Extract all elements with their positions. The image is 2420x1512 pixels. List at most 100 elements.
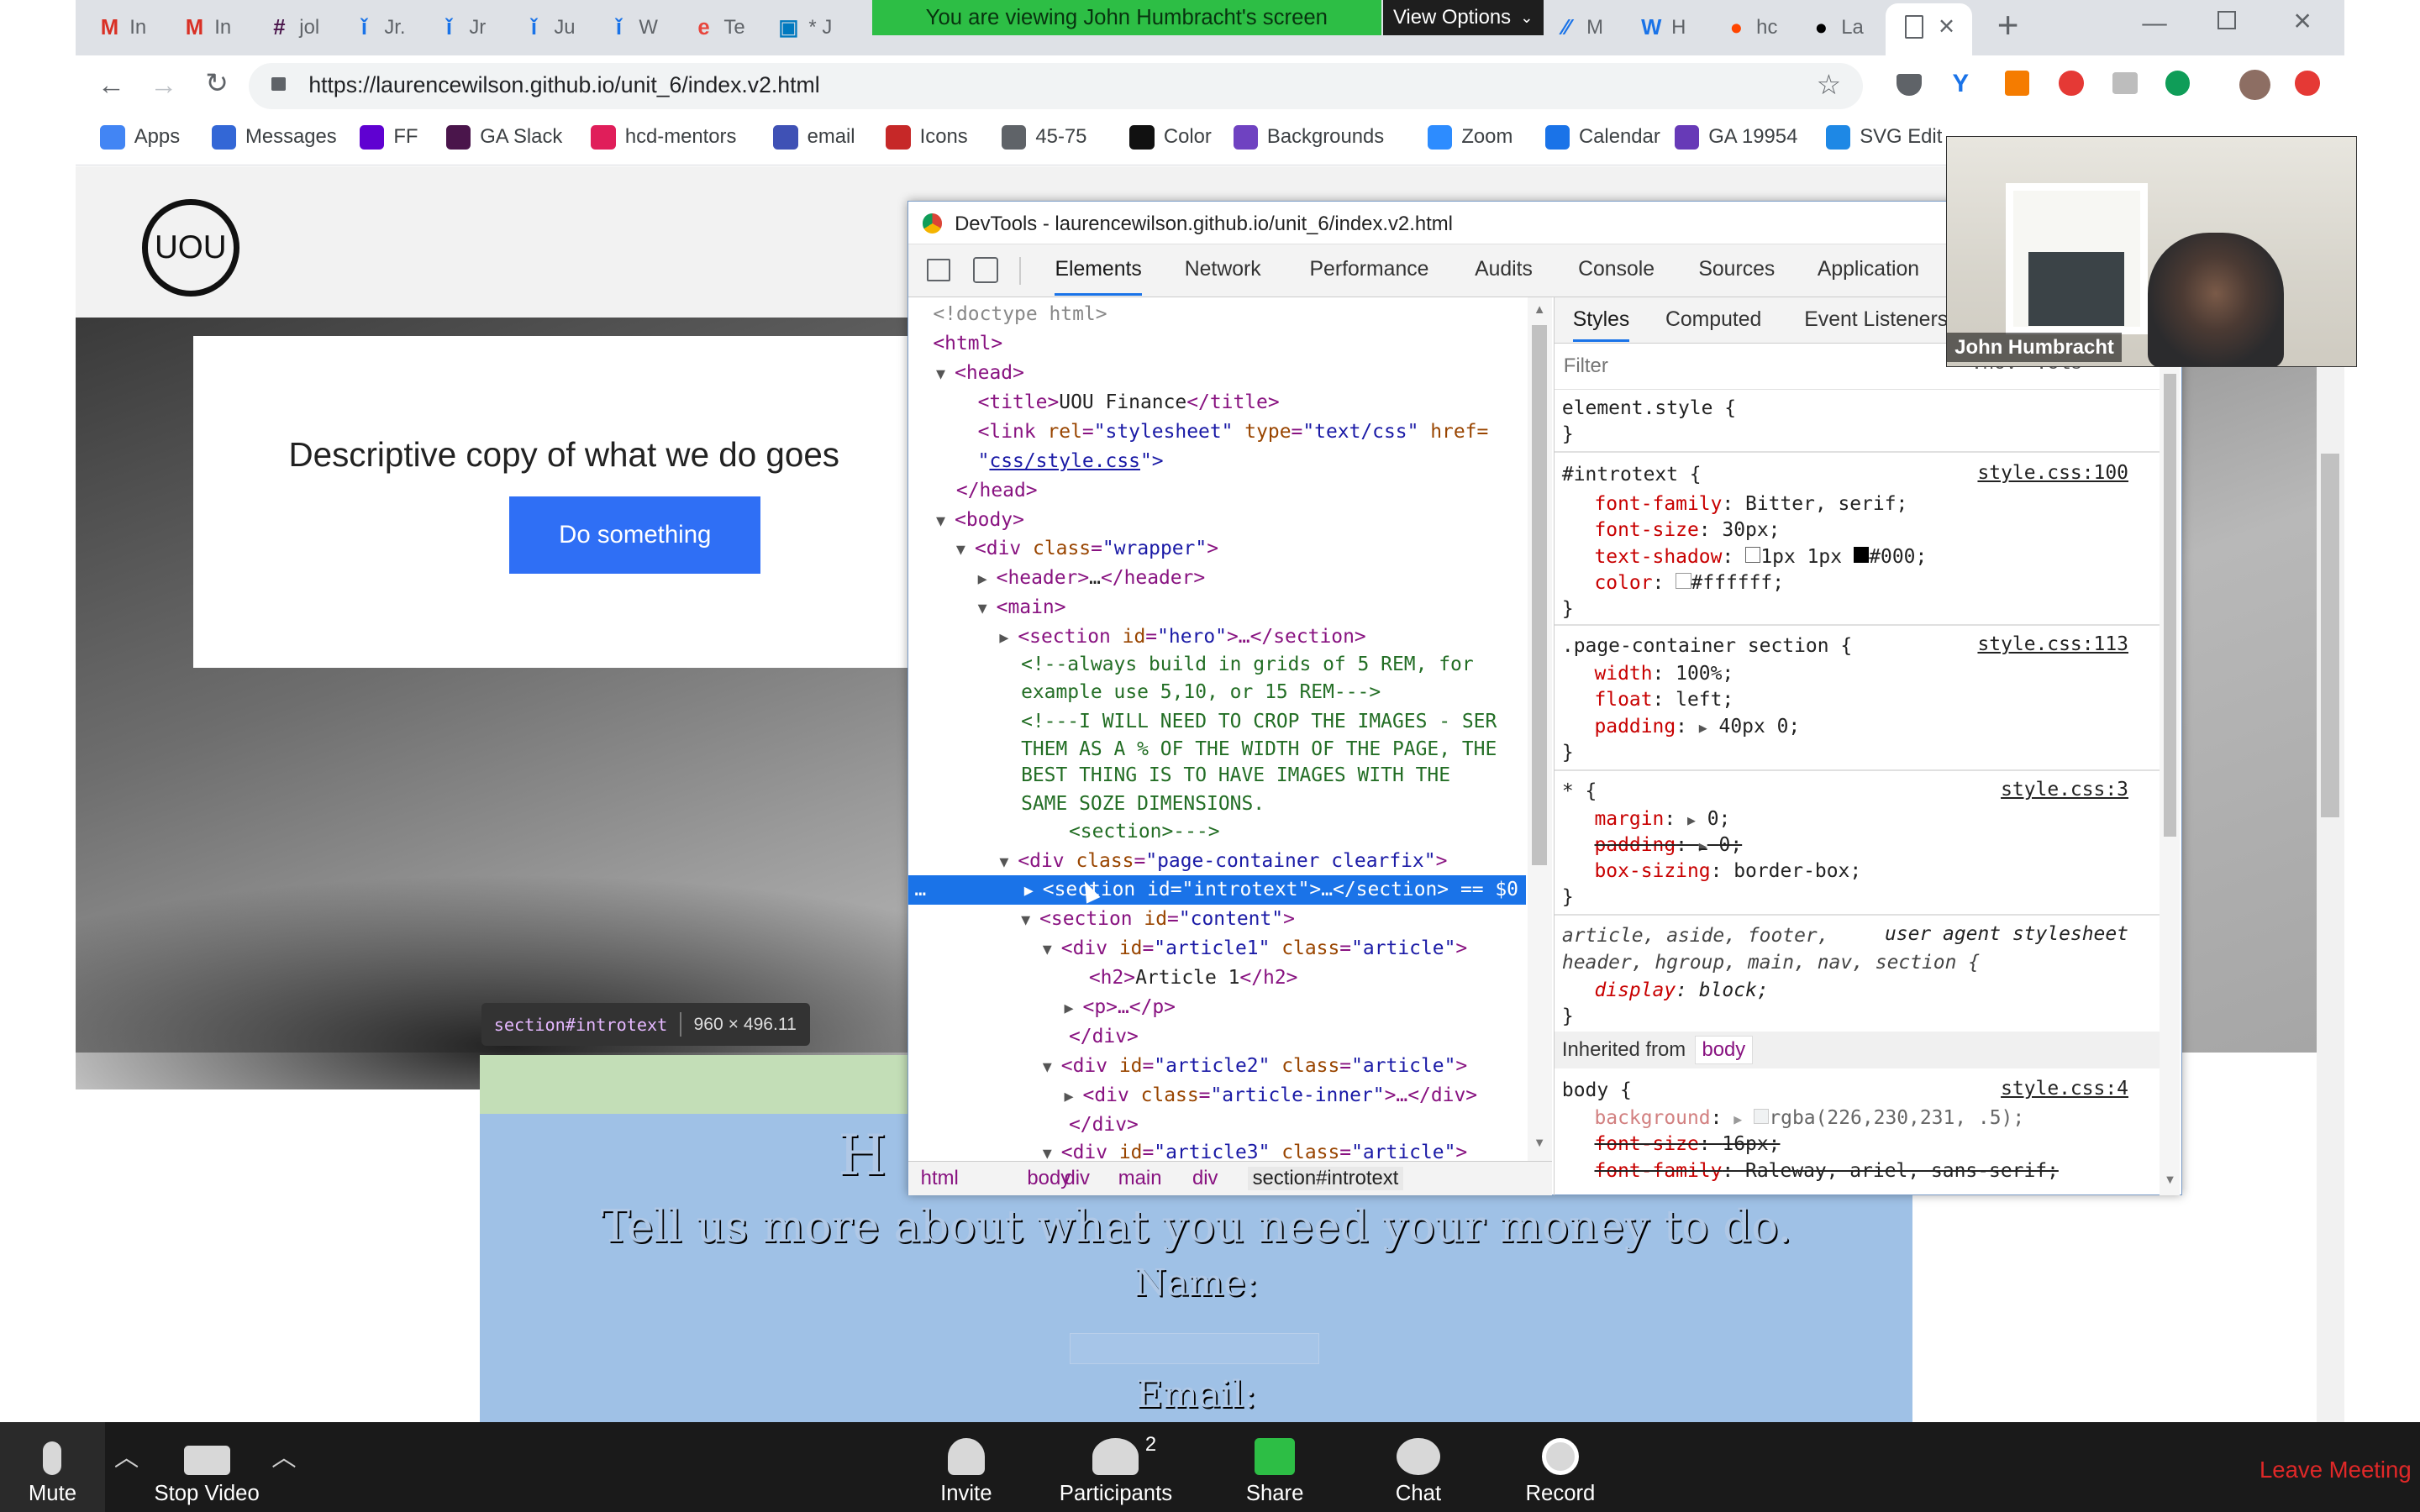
browser-tab[interactable]: ǐ Jr xyxy=(435,8,516,48)
breadcrumb-item[interactable]: main xyxy=(1118,1167,1162,1190)
bookmark-item[interactable]: hcd-mentors xyxy=(591,124,736,150)
browser-tab[interactable]: ǐW xyxy=(605,8,686,48)
devtools-tab[interactable]: Elements xyxy=(1055,244,1142,296)
devtools-tab[interactable]: Performance xyxy=(1310,244,1429,296)
collapse-arrow-icon[interactable]: ▶ xyxy=(1064,1083,1082,1112)
style-property[interactable]: text-shadow: 1px 1px #000; xyxy=(1594,544,1927,570)
bookmark-item[interactable]: GA 19954 xyxy=(1674,124,1797,150)
breadcrumb-item[interactable]: html xyxy=(921,1167,959,1190)
styles-filter-input[interactable] xyxy=(1563,350,1949,382)
dom-title[interactable]: <title>UOU Finance</title> xyxy=(978,388,1535,417)
bookmark-item[interactable]: Zoom xyxy=(1427,124,1512,150)
restore-icon[interactable] xyxy=(2217,10,2237,29)
ua-rule-selector[interactable]: header, hgroup, main, nav, section { xyxy=(1562,950,1980,976)
expand-arrow-icon[interactable]: ▼ xyxy=(936,360,955,390)
expand-arrow-icon[interactable]: ▼ xyxy=(1043,936,1061,965)
browser-tab[interactable]: M In xyxy=(181,8,261,48)
dom-article3[interactable]: ▼ <div id="article3" class="article"> xyxy=(1043,1138,1535,1164)
dom-page-container[interactable]: ▼ <div class="page-container clearfix"> xyxy=(999,847,1534,876)
dom-wrapper[interactable]: ▼ <div class="wrapper"> xyxy=(956,534,1535,564)
device-toolbar-icon[interactable] xyxy=(973,256,998,284)
source-link[interactable]: style.css:113 xyxy=(1977,633,2128,655)
bookmark-item[interactable]: Apps xyxy=(100,124,180,150)
minimize-icon[interactable]: — xyxy=(2142,9,2166,38)
video-options-chevron-icon[interactable]: ︿ xyxy=(271,1438,296,1473)
style-property[interactable]: width: 100%; xyxy=(1594,661,1733,687)
expand-arrow-icon[interactable]: ▶ xyxy=(1699,720,1707,736)
expand-arrow-icon[interactable]: ▼ xyxy=(999,848,1018,878)
breadcrumb-item[interactable]: section#introtext xyxy=(1248,1166,1403,1190)
ua-rule-selector[interactable]: article, aside, footer, xyxy=(1562,923,1829,949)
style-property[interactable]: float: left; xyxy=(1594,687,1733,713)
bookmark-item[interactable]: Icons xyxy=(886,124,968,150)
dom-head[interactable]: ▼ <head> xyxy=(936,359,1535,388)
chart-extension-icon[interactable] xyxy=(2004,71,2030,96)
scroll-up-icon[interactable]: ▲ xyxy=(1534,303,1546,317)
style-property[interactable]: display: block; xyxy=(1594,978,1768,1004)
collapse-arrow-icon[interactable]: ▶ xyxy=(1064,995,1082,1024)
styles-scrollbar-thumb[interactable] xyxy=(2164,374,2176,837)
dom-hero-section[interactable]: ▶ <section id="hero">…</section> xyxy=(999,622,1534,652)
invite-button[interactable]: Invite xyxy=(923,1422,1009,1512)
elements-scrollbar-thumb[interactable] xyxy=(1532,324,1548,865)
participants-button[interactable]: Participants xyxy=(1050,1422,1182,1512)
omnibox[interactable]: https://laurencewilson.github.io/unit_6/… xyxy=(248,63,1863,110)
style-property[interactable]: color: #ffffff; xyxy=(1594,570,1784,596)
dom-head-close[interactable]: </head> xyxy=(956,476,1535,506)
collapse-arrow-icon[interactable]: ▶ xyxy=(978,565,997,595)
collapse-arrow-icon[interactable]: ▶ xyxy=(999,624,1018,654)
dom-comment-line[interactable]: BEST THING IS TO HAVE IMAGES WITH THE xyxy=(1021,761,1535,790)
mute-button[interactable]: Mute xyxy=(0,1422,105,1512)
source-link[interactable]: style.css:4 xyxy=(2001,1078,2128,1100)
pocket-icon[interactable] xyxy=(1897,74,1922,96)
dom-h2[interactable]: <h2>Article 1</h2> xyxy=(1089,963,1535,993)
dom-main[interactable]: ▼ <main> xyxy=(978,593,1535,622)
dom-p[interactable]: ▶ <p>…</p> xyxy=(1064,993,1534,1022)
close-tab-icon[interactable]: × xyxy=(1939,11,1954,43)
style-property-overridden[interactable]: font-size: 16px; xyxy=(1594,1131,1780,1158)
dom-article2[interactable]: ▼ <div id="article2" class="article"> xyxy=(1043,1052,1535,1081)
devtools-tab[interactable]: Audits xyxy=(1475,244,1533,296)
chat-button[interactable]: Chat xyxy=(1380,1422,1457,1512)
source-link[interactable]: style.css:100 xyxy=(1977,462,2128,484)
devtools-tab[interactable]: Sources xyxy=(1698,244,1775,296)
bookmark-item[interactable]: GA Slack xyxy=(445,124,562,150)
inherited-body-chip[interactable]: body xyxy=(1695,1036,1753,1064)
page-scrollbar-thumb[interactable] xyxy=(2321,453,2340,818)
dom-comment-line[interactable]: THEM AS A % OF THE WIDTH OF THE PAGE, TH… xyxy=(1021,735,1535,764)
dom-link[interactable]: <link rel="stylesheet" type="text/css" h… xyxy=(978,417,1535,447)
adblock-icon[interactable] xyxy=(2059,71,2084,96)
dom-header[interactable]: ▶ <header>…</header> xyxy=(978,564,1535,593)
expand-arrow-icon[interactable]: ▶ xyxy=(1699,838,1707,854)
browser-tab[interactable]: ▣ * J xyxy=(775,8,855,48)
browser-tab[interactable]: ● hc xyxy=(1723,8,1803,48)
browser-tab[interactable]: M In xyxy=(96,8,176,48)
dom-comment-line[interactable]: <!--always build in grids of 5 REM, for xyxy=(1021,650,1535,680)
browser-tab[interactable]: ǐ Ju xyxy=(520,8,601,48)
color-swatch[interactable] xyxy=(1753,1108,1770,1125)
do-something-button[interactable]: Do something xyxy=(509,496,761,575)
dom-link-href[interactable]: "css/style.css"> xyxy=(978,447,1535,476)
scroll-down-icon[interactable]: ▼ xyxy=(2164,1173,2176,1187)
style-property-overridden[interactable]: padding: ▶ 0; xyxy=(1594,832,1742,859)
dom-comment-line[interactable]: <section>---> xyxy=(1069,817,1535,847)
back-icon[interactable]: ← xyxy=(97,70,125,102)
participant-video[interactable]: John Humbracht xyxy=(1946,135,2357,368)
color-swatch[interactable] xyxy=(1853,547,1870,563)
new-tab-icon[interactable]: + xyxy=(1997,5,2019,47)
style-property[interactable]: margin: ▶ 0; xyxy=(1594,806,1730,833)
body-rule-selector[interactable]: body { xyxy=(1562,1078,1632,1104)
scroll-down-icon[interactable]: ▼ xyxy=(1534,1137,1546,1150)
expand-arrow-icon[interactable]: ▼ xyxy=(1043,1053,1061,1083)
introtext-rule-selector[interactable]: #introtext { xyxy=(1562,462,1702,488)
devtools-tab[interactable]: Console xyxy=(1578,244,1655,296)
style-property[interactable]: padding: ▶ 40px 0; xyxy=(1594,714,1800,741)
close-window-icon[interactable]: × xyxy=(2293,3,2311,39)
star-icon[interactable]: ☆ xyxy=(1817,68,1842,102)
breadcrumb-item[interactable]: div xyxy=(1192,1167,1218,1190)
devtools-tab[interactable]: Network xyxy=(1185,244,1261,296)
elements-scrollbar[interactable]: ▲ ▼ xyxy=(1527,297,1552,1162)
bookmark-item[interactable]: Messages xyxy=(211,124,337,150)
leave-meeting-button[interactable]: Leave Meeting xyxy=(2260,1457,2412,1483)
share-button[interactable]: Share xyxy=(1234,1422,1315,1512)
